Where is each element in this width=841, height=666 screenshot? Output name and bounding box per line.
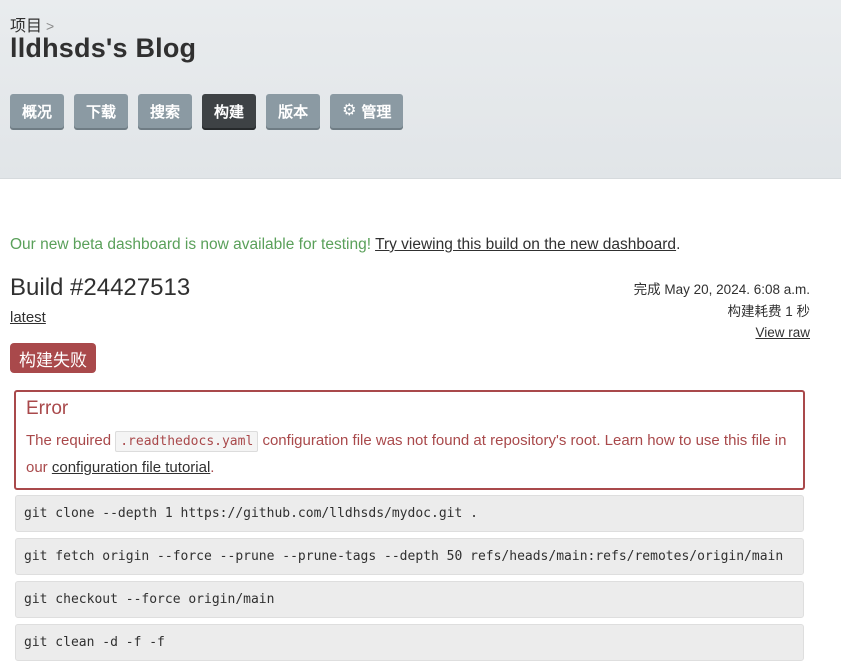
tab-label: 概况 xyxy=(22,103,53,121)
build-finished-time: 完成 May 20, 2024. 6:08 a.m. xyxy=(633,282,810,297)
gear-icon: ⚙ xyxy=(342,102,357,119)
build-duration: 构建耗费 1 秒 xyxy=(727,303,810,319)
build-command[interactable]: git clone --depth 1 https://github.com/l… xyxy=(15,495,804,532)
build-command[interactable]: git checkout --force origin/main xyxy=(15,581,804,618)
build-title: Build #24427513 xyxy=(10,274,191,301)
project-title[interactable]: lldhsds's Blog xyxy=(10,33,196,64)
error-title: Error xyxy=(26,398,69,419)
config-tutorial-link[interactable]: configuration file tutorial xyxy=(52,459,210,476)
tab-downloads[interactable]: 下载 xyxy=(74,94,129,128)
project-tabs: 概况 下载 搜索 构建 版本 ⚙ 管理 xyxy=(10,94,404,128)
tab-overview[interactable]: 概况 xyxy=(10,94,65,128)
breadcrumb-separator: > xyxy=(46,18,55,34)
tab-builds[interactable]: 构建 xyxy=(202,94,257,128)
beta-dashboard-notice: Our new beta dashboard is now available … xyxy=(10,236,680,254)
error-text-before: The required xyxy=(26,432,112,449)
build-meta: 完成 May 20, 2024. 6:08 a.m. 构建耗费 1 秒 View… xyxy=(634,279,810,344)
new-dashboard-link[interactable]: Try viewing this build on the new dashbo… xyxy=(375,236,676,253)
build-command[interactable]: git fetch origin --force --prune --prune… xyxy=(15,538,804,575)
tab-label: 管理 xyxy=(361,103,392,121)
error-text-end: . xyxy=(210,459,215,476)
tab-versions[interactable]: 版本 xyxy=(266,94,321,128)
error-box: Error The required .readthedocs.yaml con… xyxy=(14,390,805,490)
tab-search[interactable]: 搜索 xyxy=(138,94,193,128)
beta-notice-end: . xyxy=(676,236,681,253)
build-status-badge: 构建失败 xyxy=(10,343,96,373)
error-message: The required .readthedocs.yaml configura… xyxy=(26,428,793,481)
beta-notice-text: Our new beta dashboard is now available … xyxy=(10,236,372,253)
config-filename: .readthedocs.yaml xyxy=(115,431,259,452)
tab-label: 搜索 xyxy=(150,103,181,121)
tab-label: 下载 xyxy=(86,103,117,121)
project-header: 项目 > lldhsds's Blog 概况 下载 搜索 构建 版本 ⚙ 管理 xyxy=(0,0,841,179)
tab-label: 构建 xyxy=(214,103,245,121)
view-raw-link[interactable]: View raw xyxy=(755,325,810,340)
tab-label: 版本 xyxy=(278,103,309,121)
build-command[interactable]: git clean -d -f -f xyxy=(15,624,804,661)
version-link[interactable]: latest xyxy=(10,309,46,326)
tab-admin[interactable]: ⚙ 管理 xyxy=(330,94,404,128)
